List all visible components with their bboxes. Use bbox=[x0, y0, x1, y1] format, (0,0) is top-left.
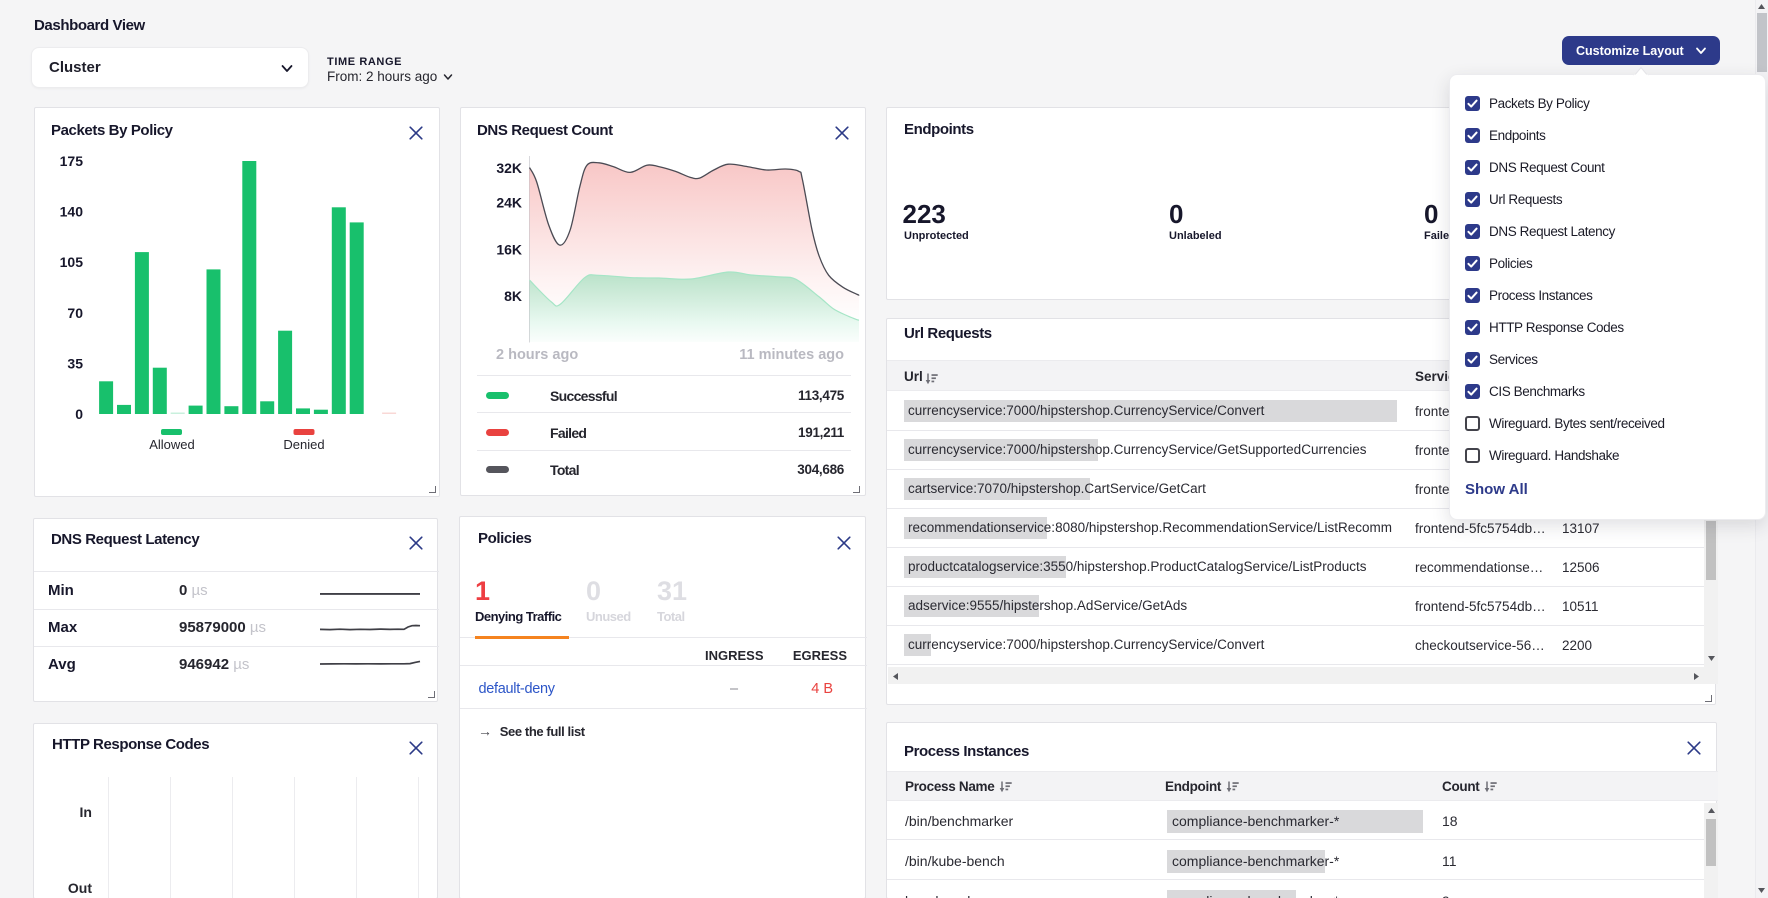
svg-text:24K: 24K bbox=[496, 195, 522, 211]
svg-text:Allowed: Allowed bbox=[149, 437, 195, 452]
svg-text:175: 175 bbox=[60, 154, 84, 169]
svg-text:140: 140 bbox=[60, 204, 84, 220]
svg-text:32K: 32K bbox=[496, 160, 522, 176]
svg-text:2 hours ago: 2 hours ago bbox=[496, 347, 578, 363]
svg-text:Denied: Denied bbox=[283, 437, 324, 452]
svg-text:0: 0 bbox=[75, 406, 83, 422]
svg-text:11 minutes ago: 11 minutes ago bbox=[739, 347, 844, 363]
svg-text:16K: 16K bbox=[496, 242, 522, 258]
svg-text:35: 35 bbox=[67, 355, 83, 371]
svg-text:105: 105 bbox=[60, 254, 84, 270]
svg-text:70: 70 bbox=[67, 305, 83, 321]
svg-text:8K: 8K bbox=[504, 288, 522, 304]
